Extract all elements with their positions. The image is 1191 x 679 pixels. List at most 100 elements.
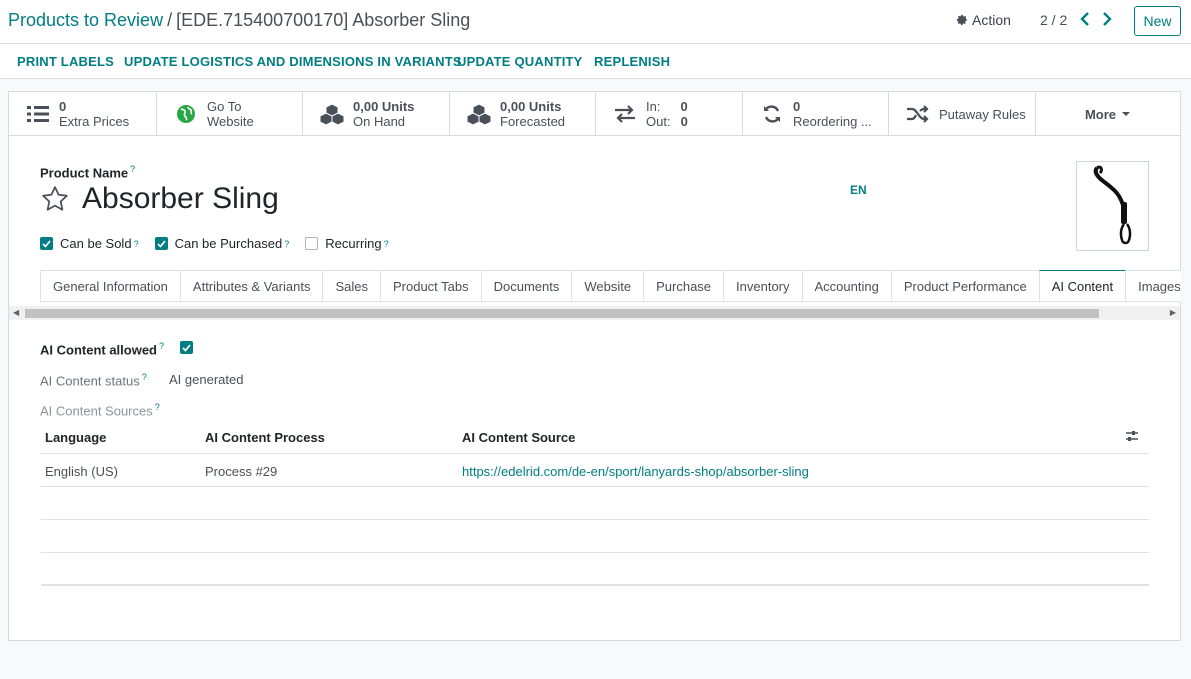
cell-process: Process #29 [205, 464, 278, 479]
scroll-left-arrow-icon[interactable]: ◀ [13, 308, 19, 317]
language-toggle[interactable]: EN [850, 183, 867, 197]
ai-content-allowed-checkbox[interactable] [180, 341, 193, 354]
go-to-website-button[interactable]: Go To Website [157, 92, 303, 136]
tab-images[interactable]: Images [1125, 270, 1181, 301]
tab-attributes-variants[interactable]: Attributes & Variants [179, 270, 324, 301]
gear-icon [956, 14, 968, 25]
action-label: Action [972, 12, 1011, 28]
tab-general-information[interactable]: General Information [40, 270, 181, 301]
replenish-button[interactable]: REPLENISH [594, 54, 670, 69]
help-tooltip[interactable]: ? [155, 402, 160, 412]
new-button[interactable]: New [1134, 6, 1181, 36]
ai-content-sources-label: AI Content Sources? [40, 402, 160, 419]
recurring-checkbox[interactable]: Recurring? [305, 236, 389, 251]
on-hand-label: On Hand [353, 114, 406, 129]
cell-source-link[interactable]: https://edelrid.com/de-en/sport/lanyards… [462, 464, 809, 479]
in-label: In: [646, 99, 661, 114]
action-menu-button[interactable]: Action [956, 12, 1011, 28]
tab-inventory[interactable]: Inventory [723, 270, 803, 301]
form-header-bar: PRINT LABELS UPDATE LOGISTICS AND DIMENS… [0, 44, 1191, 79]
help-tooltip[interactable]: ? [159, 341, 164, 351]
can-be-sold-checkbox[interactable]: Can be Sold? [40, 236, 139, 251]
forecasted-button[interactable]: 0,00 Units Forecasted [450, 92, 596, 136]
update-quantity-button[interactable]: UPDATE QUANTITY [457, 54, 583, 69]
breadcrumb-separator: / [167, 10, 173, 30]
can-be-sold-label: Can be Sold [60, 236, 132, 251]
form-sheet: 0 Extra Prices Go To Website 0,00 Units On … [8, 91, 1181, 641]
on-hand-button[interactable]: 0,00 Units On Hand [303, 92, 450, 136]
forecasted-label: Forecasted [500, 114, 566, 129]
help-tooltip[interactable]: ? [134, 239, 139, 249]
pager-next-button[interactable] [1101, 11, 1113, 30]
tab-documents[interactable]: Documents [480, 270, 573, 301]
tab-ai-content[interactable]: AI Content [1038, 270, 1127, 301]
notebook-tabs: General Information Attributes & Variant… [40, 270, 1181, 302]
print-labels-button[interactable]: PRINT LABELS [17, 54, 114, 69]
pager-value[interactable]: 2 / 2 [1040, 12, 1067, 28]
breadcrumb-parent-link[interactable]: Products to Review [8, 10, 163, 30]
putaway-rules-button[interactable]: Putaway Rules [889, 92, 1036, 136]
extra-prices-value: 0 [59, 99, 67, 114]
pager-previous-button[interactable] [1079, 11, 1091, 30]
recurring-label: Recurring [325, 236, 382, 251]
product-name-field[interactable]: Absorber Sling [82, 182, 279, 216]
help-tooltip[interactable]: ? [130, 164, 135, 174]
smart-button-box: 0 Extra Prices Go To Website 0,00 Units On … [9, 92, 1180, 136]
in-out-button[interactable]: In: 0 Out: 0 [596, 92, 743, 136]
product-name-label: Product Name? [40, 164, 136, 181]
column-options-icon[interactable] [1125, 430, 1139, 445]
tabs-horizontal-scrollbar[interactable]: ◀ ▶ [9, 306, 1180, 320]
tab-website[interactable]: Website [571, 270, 645, 301]
help-tooltip[interactable]: ? [284, 239, 289, 249]
tab-purchase[interactable]: Purchase [643, 270, 725, 301]
caret-down-icon [1122, 112, 1131, 116]
can-be-purchased-label: Can be Purchased [174, 236, 283, 251]
help-tooltip[interactable]: ? [384, 239, 389, 249]
can-be-purchased-checkbox[interactable]: Can be Purchased? [154, 236, 289, 251]
breadcrumb: Products to Review / [EDE.715400700170] Ab… [8, 10, 470, 31]
in-value: 0 [680, 99, 688, 114]
column-header-source[interactable]: AI Content Source [462, 430, 575, 445]
help-tooltip[interactable]: ? [142, 372, 147, 382]
table-header: Language AI Content Process AI Content S… [41, 420, 1149, 454]
more-dropdown-button[interactable]: More [1036, 92, 1180, 136]
star-favorite-icon[interactable] [40, 184, 70, 214]
reordering-label: Reordering ... [793, 114, 872, 129]
tab-product-performance[interactable]: Product Performance [890, 270, 1040, 301]
out-value: 0 [680, 114, 688, 129]
scrollbar-thumb[interactable] [25, 309, 1099, 318]
lanyard-image [1093, 165, 1132, 245]
table-empty-row [41, 520, 1149, 553]
reordering-value: 0 [793, 99, 801, 114]
chevron-left-icon [1080, 12, 1089, 26]
product-image[interactable] [1076, 161, 1149, 251]
table-empty-row [41, 553, 1149, 586]
table-empty-row [41, 487, 1149, 520]
more-label: More [1084, 106, 1117, 122]
reordering-button[interactable]: 0 Reordering ... [743, 92, 889, 136]
breadcrumb-current: [EDE.715400700170] Absorber Sling [176, 10, 471, 30]
table-row[interactable]: English (US) Process #29 https://edelrid… [41, 454, 1149, 487]
tab-accounting[interactable]: Accounting [801, 270, 892, 301]
ai-content-status-label: AI Content status? [40, 372, 147, 389]
ai-content-status-value: AI generated [169, 372, 244, 387]
putaway-label: Putaway Rules [939, 106, 1026, 122]
ai-content-allowed-label: AI Content allowed? [40, 341, 165, 358]
checkbox-checked-icon [40, 237, 53, 250]
chevron-right-icon [1103, 12, 1112, 26]
checkbox-checked-icon [154, 237, 168, 250]
tab-product-tabs[interactable]: Product Tabs [379, 270, 482, 301]
update-logistics-button[interactable]: UPDATE LOGISTICS AND DIMENSIONS IN VARIA… [124, 54, 462, 69]
scroll-right-arrow-icon[interactable]: ▶ [1170, 308, 1176, 317]
shuffle-icon [905, 102, 931, 126]
refresh-icon [759, 102, 785, 126]
extra-prices-button[interactable]: 0 Extra Prices [9, 92, 157, 136]
column-header-process[interactable]: AI Content Process [205, 430, 325, 445]
tab-sales[interactable]: Sales [322, 270, 381, 301]
column-header-language[interactable]: Language [45, 430, 106, 445]
out-label: Out: [646, 114, 671, 129]
list-icon [25, 102, 51, 126]
checkbox-unchecked-icon [305, 237, 319, 250]
website-line1: Go To [207, 99, 242, 114]
exchange-icon [612, 102, 638, 126]
